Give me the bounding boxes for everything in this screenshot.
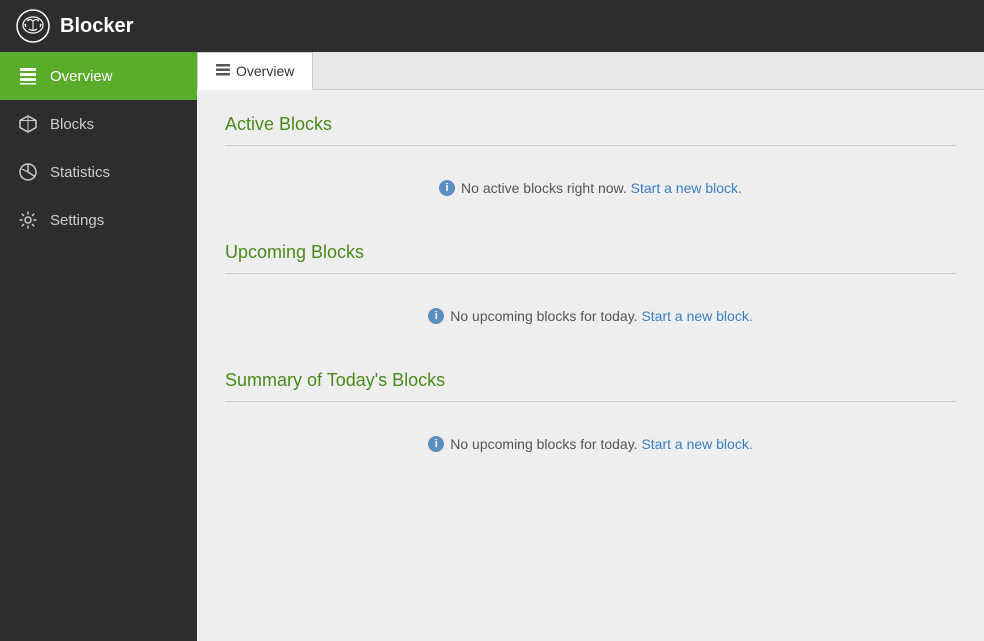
section-active-blocks-divider xyxy=(225,145,956,146)
section-upcoming-blocks-body: i No upcoming blocks for today. Start a … xyxy=(225,294,956,338)
app-logo-icon xyxy=(16,9,50,43)
section-active-blocks: Active Blocks i No active blocks right n… xyxy=(225,114,956,210)
info-icon-active: i xyxy=(439,180,455,196)
sidebar-item-settings[interactable]: Settings xyxy=(0,196,197,244)
section-active-blocks-body: i No active blocks right now. Start a ne… xyxy=(225,166,956,210)
section-summary-link[interactable]: Start a new block. xyxy=(641,436,752,452)
tab-overview-label: Overview xyxy=(236,63,294,79)
section-active-blocks-title: Active Blocks xyxy=(225,114,956,135)
info-icon-upcoming: i xyxy=(428,308,444,324)
sidebar-item-statistics-label: Statistics xyxy=(50,164,110,181)
overview-icon xyxy=(18,66,38,86)
section-summary-message: No upcoming blocks for today. xyxy=(450,436,637,452)
sidebar-item-overview-label: Overview xyxy=(50,68,113,85)
sidebar-item-blocks-label: Blocks xyxy=(50,116,94,133)
section-upcoming-blocks-link[interactable]: Start a new block. xyxy=(641,308,752,324)
top-bar: Blocker xyxy=(0,0,984,52)
section-upcoming-blocks-title: Upcoming Blocks xyxy=(225,242,956,263)
main-content: Overview Active Blocks i No active block… xyxy=(197,52,984,641)
section-upcoming-blocks-message: No upcoming blocks for today. xyxy=(450,308,637,324)
section-summary-divider xyxy=(225,401,956,402)
section-summary-body: i No upcoming blocks for today. Start a … xyxy=(225,422,956,466)
tab-overview[interactable]: Overview xyxy=(197,52,313,90)
sidebar: Overview Blocks S xyxy=(0,52,197,641)
section-summary: Summary of Today's Blocks i No upcoming … xyxy=(225,370,956,466)
section-summary-title: Summary of Today's Blocks xyxy=(225,370,956,391)
sidebar-item-settings-label: Settings xyxy=(50,212,104,229)
sidebar-item-overview[interactable]: Overview xyxy=(0,52,197,100)
info-icon-summary: i xyxy=(428,436,444,452)
tab-bar: Overview xyxy=(197,52,984,90)
blocks-icon xyxy=(18,114,38,134)
sidebar-item-statistics[interactable]: Statistics xyxy=(0,148,197,196)
settings-icon xyxy=(18,210,38,230)
app-title: Blocker xyxy=(60,15,133,38)
tab-overview-icon xyxy=(216,64,230,78)
sidebar-item-blocks[interactable]: Blocks xyxy=(0,100,197,148)
app-logo: Blocker xyxy=(16,9,133,43)
section-active-blocks-message: No active blocks right now. xyxy=(461,180,627,196)
section-active-blocks-link[interactable]: Start a new block. xyxy=(631,180,742,196)
section-upcoming-blocks-divider xyxy=(225,273,956,274)
section-upcoming-blocks: Upcoming Blocks i No upcoming blocks for… xyxy=(225,242,956,338)
layout: Overview Blocks S xyxy=(0,52,984,641)
content-area: Active Blocks i No active blocks right n… xyxy=(197,90,984,641)
statistics-icon xyxy=(18,162,38,182)
